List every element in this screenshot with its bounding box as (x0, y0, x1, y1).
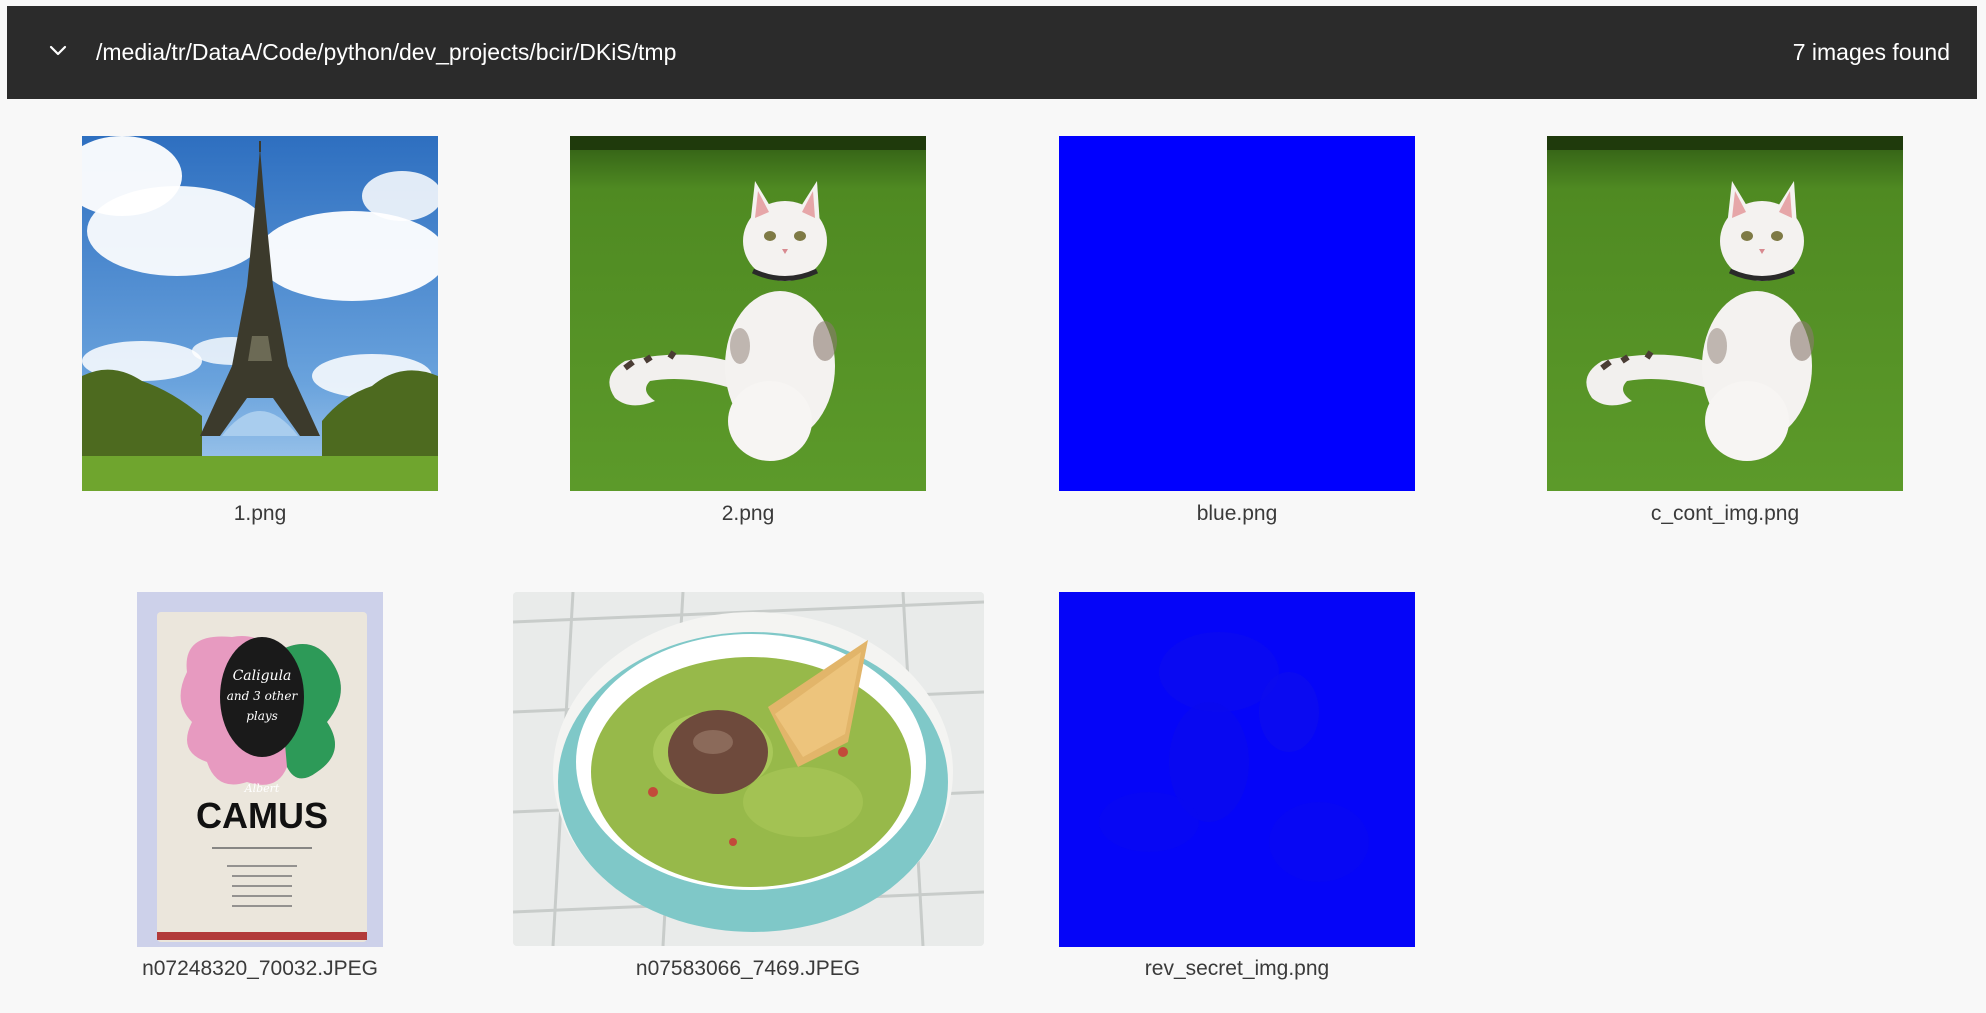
image-thumbnail-book[interactable]: CAMUS Albert Caligula and 3 other plays (137, 592, 383, 947)
book-title-line-2: and 3 other (227, 689, 299, 703)
chevron-down-icon[interactable] (43, 36, 73, 66)
image-name: c_cont_img.png (1650, 502, 1800, 525)
image-thumbnail-cat[interactable] (570, 136, 926, 491)
image-thumbnail-guacamole[interactable] (513, 592, 984, 946)
book-author-last: CAMUS (196, 795, 328, 836)
book-author-first: Albert (244, 782, 280, 795)
book-title-line-3: plays (246, 709, 278, 723)
image-name: n07248320_70032.JPEG (142, 957, 378, 980)
image-thumbnail-blue[interactable] (1059, 136, 1415, 491)
image-name: rev_secret_img.png (1144, 957, 1330, 980)
image-count: 7 images found (1792, 39, 1950, 65)
book-title-line-1: Caligula (233, 668, 292, 684)
image-thumbnail-noisy-blue[interactable] (1059, 592, 1415, 947)
image-name: 1.png (233, 502, 287, 525)
image-name: n07583066_7469.JPEG (635, 957, 861, 980)
folder-header: /media/tr/DataA/Code/python/dev_projects… (7, 6, 1977, 99)
folder-path: /media/tr/DataA/Code/python/dev_projects… (96, 39, 677, 65)
image-thumbnail-cat[interactable] (1547, 136, 1903, 491)
image-name: 2.png (721, 502, 775, 525)
image-thumbnail-eiffel[interactable] (82, 136, 438, 491)
image-name: blue.png (1196, 502, 1278, 525)
